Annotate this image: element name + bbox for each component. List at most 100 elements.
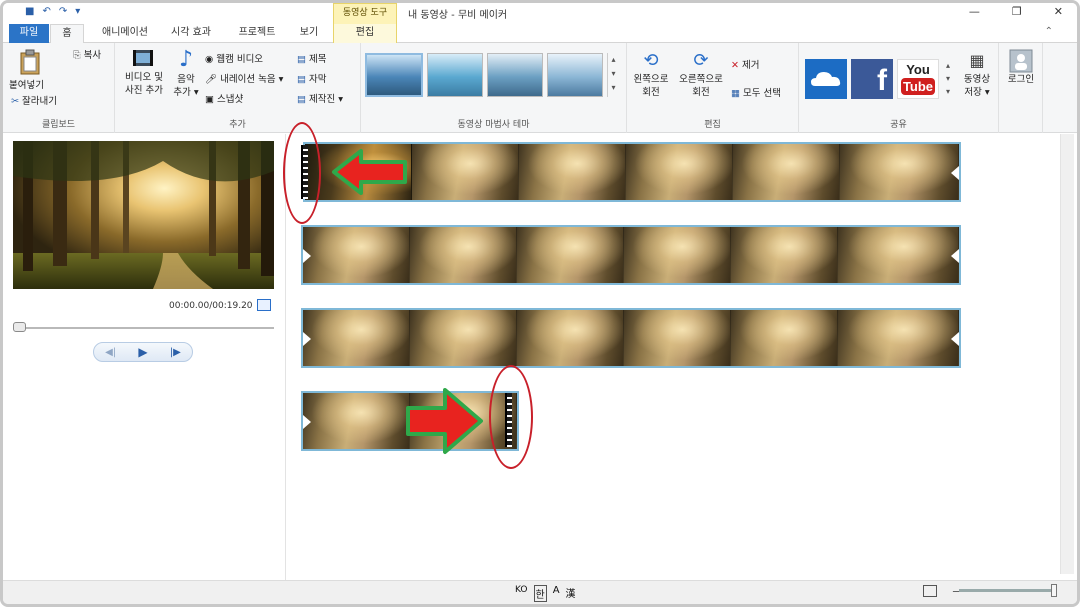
minimize-button[interactable]: — [969, 5, 980, 18]
record-narration-button[interactable]: 🎤︎ 내레이션 녹음 ▾ [205, 73, 283, 86]
zoom-slider-track[interactable] [959, 589, 1055, 592]
add-video-photo-button[interactable]: 비디오 및 사진 추가 [121, 47, 167, 97]
clip-frame [517, 310, 624, 366]
title-icon: ▤ [297, 54, 306, 65]
storyboard-scrollbar[interactable] [1060, 134, 1074, 574]
youtube-button[interactable]: You Tube [897, 59, 939, 99]
theme-thumb-2[interactable] [427, 53, 483, 97]
paste-label: 붙여넣기 [9, 80, 44, 91]
ime-hangul-mode[interactable]: 한 [533, 585, 547, 602]
close-button[interactable]: ✕ [1054, 5, 1063, 18]
title-button[interactable]: ▤ 제목 [297, 53, 327, 66]
tab-file[interactable]: 파일 [9, 24, 49, 43]
undo-icon[interactable]: ↶ [42, 6, 50, 17]
theme-thumb-4[interactable] [547, 53, 603, 97]
previous-frame-button[interactable]: ◀| [105, 347, 116, 358]
webcam-video-button[interactable]: ◉ 웹캠 비디오 [205, 53, 263, 66]
webcam-icon: ◉ [205, 54, 214, 65]
save-icon[interactable]: ■ [25, 6, 34, 17]
clip-end-marker [951, 249, 959, 263]
rotate-right-icon: ⟳ [693, 50, 709, 71]
restore-button[interactable]: ❐ [1012, 5, 1022, 18]
copy-icon: ⎘ [73, 50, 81, 61]
select-all-button[interactable]: ▦ 모두 선택 [731, 87, 781, 100]
customize-qat-icon[interactable]: ▾ [75, 6, 80, 17]
clip-frame [624, 227, 731, 283]
caption-button[interactable]: ▤ 자막 [297, 73, 327, 86]
tab-home[interactable]: 홈 [50, 24, 84, 44]
caption-icon: ▤ [297, 74, 306, 85]
select-all-icon: ▦ [731, 88, 740, 99]
clip-frame [626, 144, 733, 200]
seek-track[interactable] [13, 327, 274, 329]
login-button[interactable]: 로그인 [1003, 49, 1039, 86]
tab-project[interactable]: 프로젝트 [229, 24, 285, 43]
facebook-icon: f [877, 64, 887, 97]
clip-frame [624, 310, 731, 366]
ribbon: 붙여넣기 ⎘ 복사 ✂ 잘라내기 클립보드 비디오 및 사진 추가 ♪ 음악 추… [3, 43, 1077, 133]
group-label-clipboard: 클립보드 [41, 120, 76, 130]
clip-frame [840, 144, 959, 200]
quick-access-toolbar: ■ ↶ ↷ ▾ [25, 6, 80, 17]
clip-frame [733, 144, 840, 200]
preview-pane: 00:00.00/00:19.20 ◀| ▶ |▶ [3, 134, 286, 580]
group-label-share: 공유 [890, 120, 907, 130]
remove-button[interactable]: ✕ 제거 [731, 59, 759, 72]
credits-icon: ▤ [297, 94, 306, 105]
scissors-icon: ✂ [11, 96, 19, 107]
clip-frame [517, 227, 624, 283]
group-login: 로그인 [999, 43, 1043, 133]
user-account-icon [1009, 49, 1033, 73]
zoom-slider-thumb[interactable] [1051, 584, 1057, 597]
rotate-left-button[interactable]: ⟲ 왼쪽으로 회전 [631, 49, 671, 99]
thumbnail-size-icon[interactable] [923, 585, 937, 597]
rotate-right-button[interactable]: ⟳ 오른쪽으로 회전 [675, 49, 727, 99]
clip-start-marker [303, 332, 311, 346]
tab-animation[interactable]: 애니메이션 [93, 24, 157, 43]
seek-thumb[interactable] [13, 322, 26, 332]
clip-frame [731, 227, 838, 283]
youtube-icon-bottom: Tube [901, 78, 935, 95]
themes-gallery-scroll[interactable]: ▴ ▾ ▾ [607, 53, 619, 97]
clip-start-marker [303, 249, 311, 263]
clip-frame [303, 310, 410, 366]
microphone-icon: 🎤︎ [205, 74, 218, 85]
popout-preview-icon[interactable] [257, 299, 271, 311]
share-gallery-scroll[interactable]: ▴ ▾ ▾ [943, 59, 953, 99]
annotation-arrow-left-icon [332, 149, 407, 195]
clip-frame [410, 310, 517, 366]
tab-visual-effects[interactable]: 시각 효과 [163, 24, 219, 43]
paste-button[interactable] [11, 49, 51, 75]
group-themes: ▴ ▾ ▾ 동영상 마법사 테마 [361, 43, 627, 133]
copy-button[interactable]: ⎘ 복사 [73, 49, 101, 62]
play-button[interactable]: ▶ [138, 345, 147, 359]
clip-strip-row-3[interactable] [301, 308, 961, 368]
timecode-display: 00:00.00/00:19.20 [169, 301, 253, 311]
tab-view[interactable]: 보기 [291, 24, 327, 43]
video-preview[interactable] [13, 141, 274, 289]
onedrive-button[interactable] [805, 59, 847, 99]
clip-frame [303, 393, 410, 449]
add-music-button[interactable]: ♪ 음악 추가 ▾ [171, 47, 201, 99]
title-bar: ■ ↶ ↷ ▾ 동영상 도구 내 동영상 - 무비 메이커 — ❐ ✕ [3, 3, 1077, 24]
ime-extra-1[interactable]: A [553, 585, 560, 602]
theme-thumb-1[interactable] [365, 53, 423, 97]
ime-extra-2[interactable]: 漢 [566, 585, 576, 602]
redo-icon[interactable]: ↷ [59, 6, 67, 17]
film-photo-icon [133, 50, 153, 66]
cut-button[interactable]: ✂ 잘라내기 [11, 95, 57, 108]
forest-preview-image [13, 141, 274, 289]
tab-edit[interactable]: 편집 [333, 24, 397, 43]
clip-strip-row-2[interactable] [301, 225, 961, 285]
collapse-ribbon-icon[interactable]: ⌃ [1045, 26, 1053, 37]
theme-thumb-3[interactable] [487, 53, 543, 97]
annotation-ellipse-start [283, 122, 321, 224]
next-frame-button[interactable]: |▶ [170, 347, 181, 358]
clip-frame [519, 144, 626, 200]
save-movie-button[interactable]: ▦ 동영상 저장 ▾ [957, 49, 997, 99]
credits-button[interactable]: ▤ 제작진 ▾ [297, 93, 343, 106]
facebook-button[interactable]: f [851, 59, 893, 99]
ime-language[interactable]: KO [515, 585, 528, 602]
save-movie-icon: ▦ [969, 51, 985, 70]
snapshot-button[interactable]: ▣ 스냅샷 [205, 93, 243, 106]
